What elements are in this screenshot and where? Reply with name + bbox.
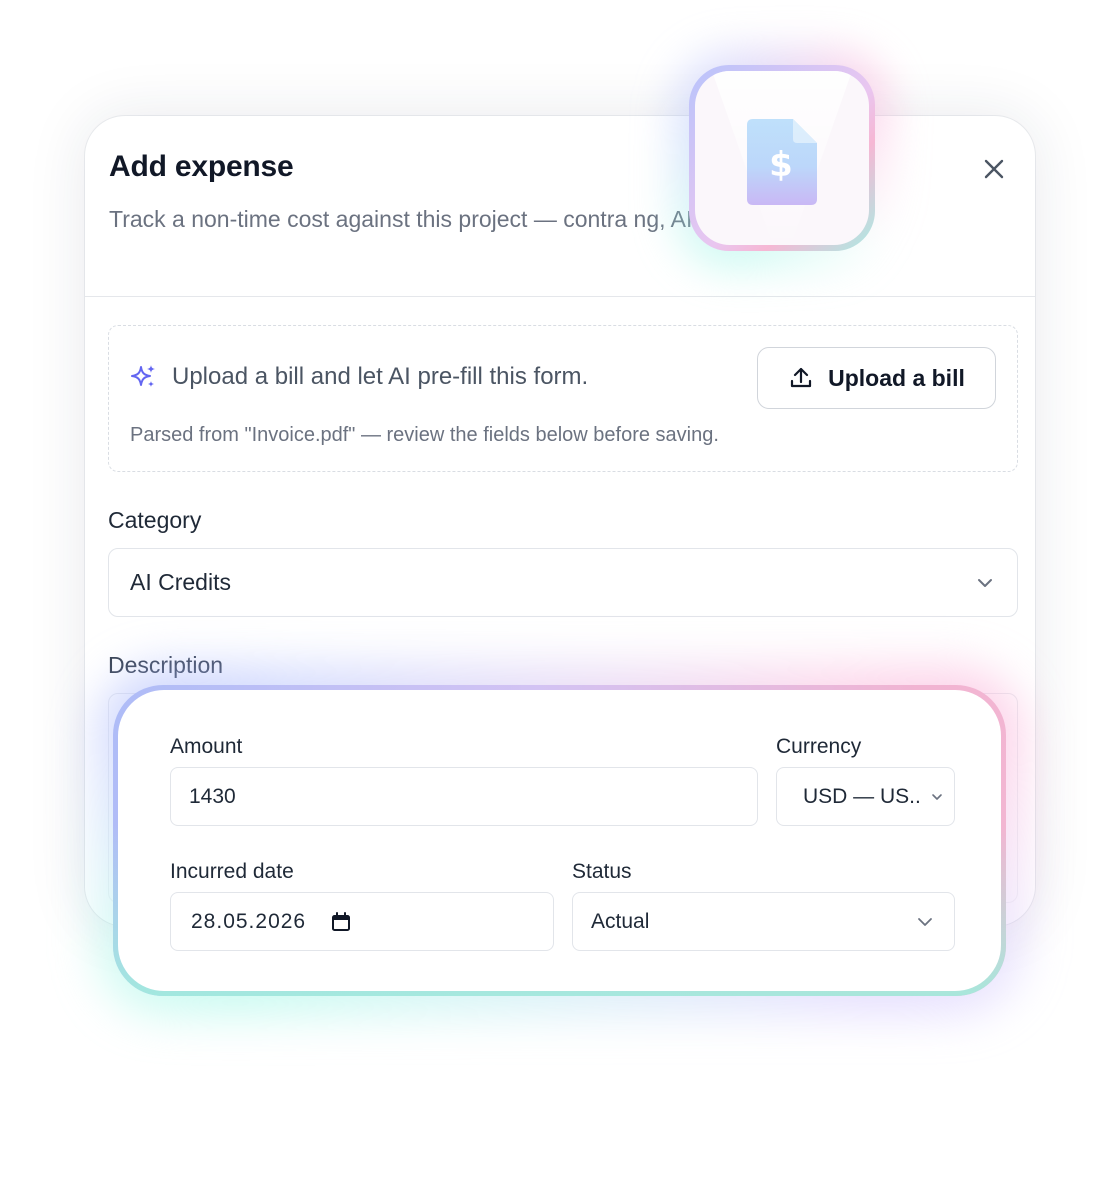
amount-label: Amount — [170, 735, 243, 758]
category-value: AI Credits — [130, 569, 231, 595]
incurred-date-value: 28.05.2026 — [191, 909, 307, 933]
amount-value: 1430 — [189, 784, 236, 808]
amount-input[interactable]: 1430 — [170, 767, 758, 826]
upload-bill-button[interactable]: Upload a bill — [757, 347, 996, 409]
status-label: Status — [572, 860, 632, 883]
expense-details-card: Amount 1430 Currency USD — US.. Incurred… — [113, 685, 1006, 996]
incurred-date-input[interactable]: 28.05.2026 — [170, 892, 554, 951]
status-value: Actual — [591, 909, 650, 933]
chevron-down-icon — [930, 790, 944, 804]
close-icon — [984, 159, 1004, 179]
status-select[interactable]: Actual — [572, 892, 955, 951]
close-button[interactable] — [979, 154, 1009, 184]
sparkles-icon — [130, 363, 158, 391]
incurred-date-label: Incurred date — [170, 860, 294, 883]
svg-text:$: $ — [769, 145, 793, 185]
chevron-down-icon — [914, 911, 936, 933]
category-select[interactable]: AI Credits — [108, 548, 1018, 617]
upload-bill-panel: Upload a bill and let AI pre-fill this f… — [108, 325, 1018, 472]
expense-icon-tile-inner: $ — [695, 71, 869, 245]
currency-label: Currency — [776, 735, 862, 758]
currency-value: USD — US.. — [803, 784, 921, 808]
dollar-document-icon: $ — [747, 119, 817, 205]
upload-bill-button-label: Upload a bill — [828, 364, 965, 391]
currency-select[interactable]: USD — US.. — [776, 767, 955, 826]
category-label: Category — [108, 507, 202, 533]
chevron-down-icon — [974, 572, 996, 594]
parsed-note: Parsed from "Invoice.pdf" — review the f… — [130, 424, 719, 446]
calendar-icon[interactable] — [330, 911, 352, 933]
expense-details-card-inner: Amount 1430 Currency USD — US.. Incurred… — [118, 690, 1001, 991]
upload-icon — [788, 365, 814, 391]
stage: Add expense Track a non-time cost agains… — [0, 0, 1120, 1200]
upload-prompt-row: Upload a bill and let AI pre-fill this f… — [130, 363, 588, 391]
expense-icon-tile: $ — [689, 65, 875, 251]
upload-prompt-text: Upload a bill and let AI pre-fill this f… — [172, 363, 589, 390]
